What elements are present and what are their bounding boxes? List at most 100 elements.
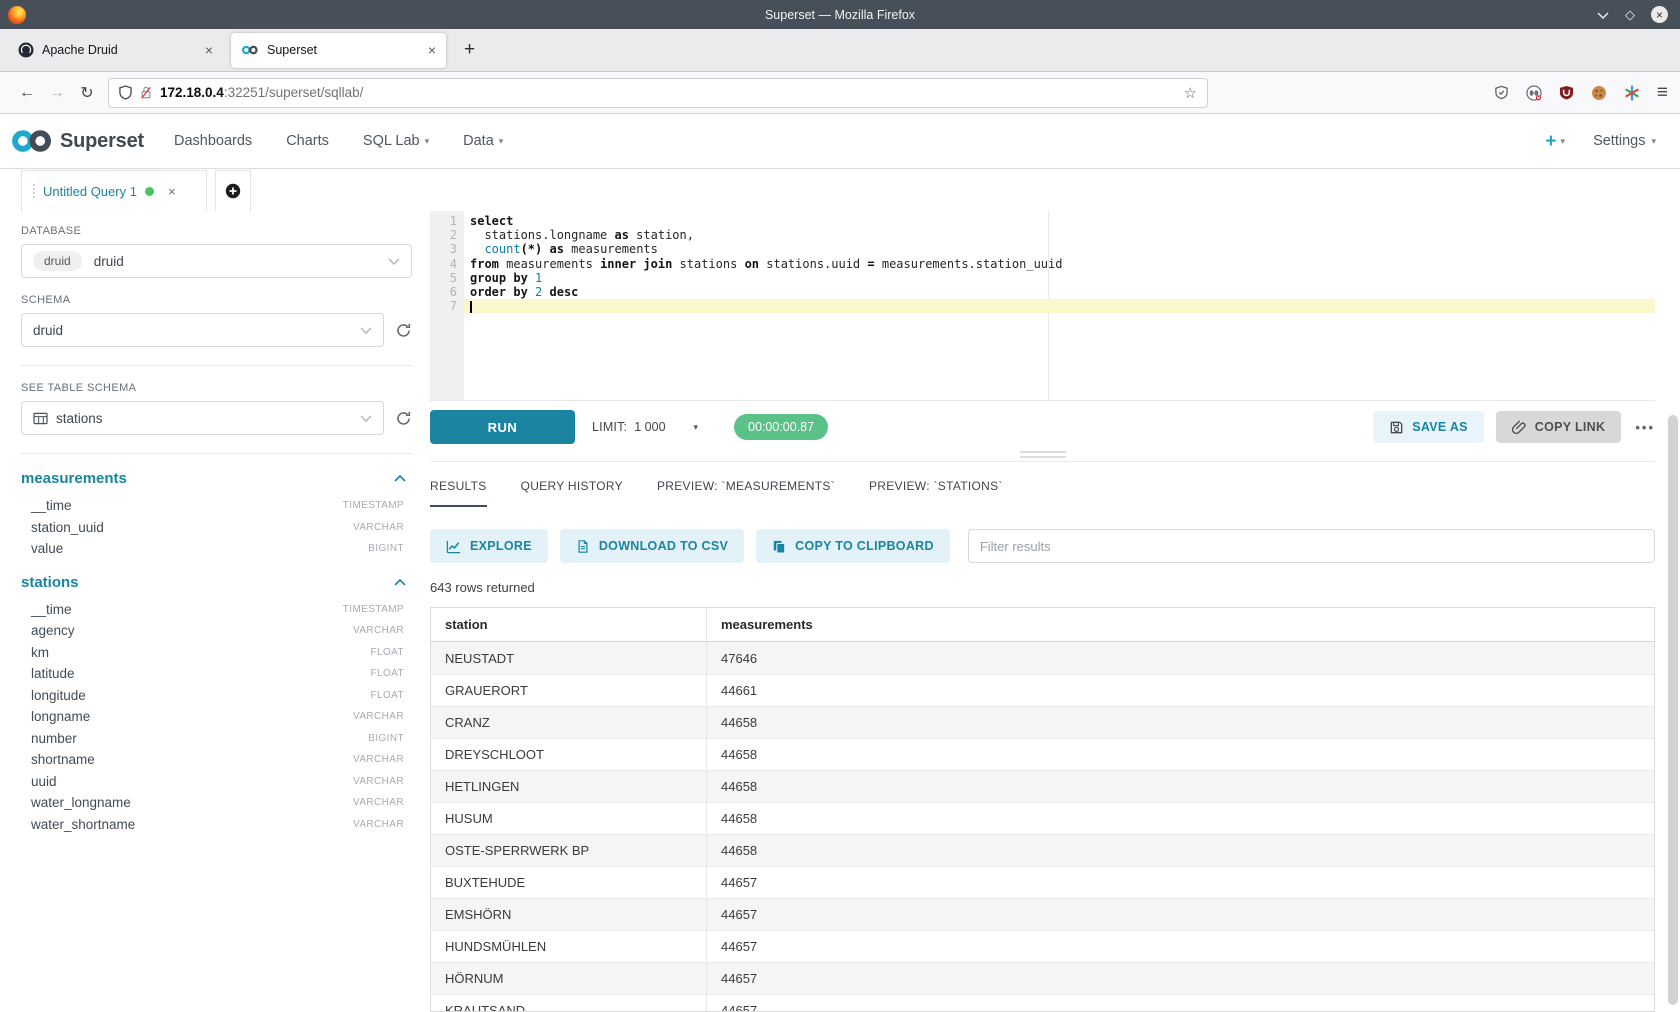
chart-icon bbox=[446, 539, 461, 554]
drag-handle-icon[interactable] bbox=[33, 184, 35, 198]
maximize-icon[interactable]: ◇ bbox=[1625, 8, 1635, 21]
more-options-icon[interactable]: ••• bbox=[1635, 420, 1655, 435]
editor-code-area[interactable]: select stations.longname as station, cou… bbox=[464, 211, 1655, 400]
add-new-button[interactable]: +▾ bbox=[1545, 132, 1565, 151]
main-content: DATABASE druid druid SCHEMA druid bbox=[0, 211, 1680, 1012]
result-cell-station: HUNDSMÜHLEN bbox=[431, 931, 707, 962]
nav-item-data[interactable]: Data▾ bbox=[463, 133, 503, 149]
insecure-lock-icon[interactable] bbox=[140, 85, 152, 100]
column-header-station[interactable]: station bbox=[431, 608, 707, 641]
privacy-masks-extension-icon[interactable] bbox=[1526, 85, 1542, 101]
cookie-extension-icon[interactable] bbox=[1591, 85, 1607, 101]
result-row: KRAUTSAND44657 bbox=[431, 994, 1654, 1012]
query-tab-untitled-query-1[interactable]: Untitled Query 1 × bbox=[21, 170, 207, 211]
schema-value: druid bbox=[33, 323, 63, 338]
column-header-measurements[interactable]: measurements bbox=[707, 608, 827, 641]
new-tab-button[interactable]: + bbox=[458, 39, 481, 61]
nav-item-sql-lab[interactable]: SQL Lab▾ bbox=[363, 133, 429, 149]
minimize-icon[interactable] bbox=[1597, 11, 1609, 19]
results-table-header: station measurements bbox=[431, 608, 1654, 642]
result-cell-measurements: 44658 bbox=[707, 843, 757, 858]
table-section-header[interactable]: stations bbox=[21, 574, 412, 591]
shield-check-extension-icon[interactable] bbox=[1494, 85, 1509, 100]
nav-item-dashboards[interactable]: Dashboards bbox=[174, 133, 252, 149]
explore-button[interactable]: EXPLORE bbox=[430, 529, 548, 563]
tab-results[interactable]: RESULTS bbox=[430, 479, 487, 507]
query-timer-badge: 00:00:00.87 bbox=[734, 414, 828, 440]
browser-tab-superset[interactable]: Superset × bbox=[231, 33, 446, 68]
url-bar[interactable]: 172.18.0.4:32251/superset/sqllab/ ☆ bbox=[108, 78, 1208, 108]
tab-preview-stations[interactable]: PREVIEW: `STATIONS` bbox=[869, 479, 1003, 507]
column-row: longitudeFLOAT bbox=[21, 685, 412, 707]
result-cell-station: CRANZ bbox=[431, 707, 707, 738]
forward-button[interactable]: → bbox=[42, 84, 72, 102]
column-name: agency bbox=[31, 623, 75, 638]
browser-tab-apache-druid[interactable]: Apache Druid × bbox=[8, 33, 223, 68]
tab-preview-measurements[interactable]: PREVIEW: `MEASUREMENTS` bbox=[657, 479, 835, 507]
gutter-line-number: 6 bbox=[430, 285, 457, 299]
bookmark-star-icon[interactable]: ☆ bbox=[1184, 84, 1197, 102]
brand-title[interactable]: Superset bbox=[60, 130, 144, 153]
pane-splitter[interactable] bbox=[430, 445, 1655, 461]
result-cell-station: NEUSTADT bbox=[431, 642, 707, 674]
refresh-table-icon[interactable] bbox=[395, 410, 412, 427]
column-type: TIMESTAMP bbox=[343, 500, 404, 511]
tab-close-icon[interactable]: × bbox=[205, 42, 213, 58]
column-row: kmFLOAT bbox=[21, 642, 412, 664]
refresh-schema-icon[interactable] bbox=[395, 322, 412, 339]
copy-clipboard-button[interactable]: COPY TO CLIPBOARD bbox=[756, 529, 950, 563]
chevron-down-icon: ▾ bbox=[1651, 136, 1656, 147]
result-cell-station: DREYSCHLOOT bbox=[431, 739, 707, 770]
database-select[interactable]: druid druid bbox=[21, 244, 412, 278]
back-button[interactable]: ← bbox=[12, 84, 42, 102]
run-button[interactable]: RUN bbox=[430, 410, 575, 444]
result-cell-measurements: 44657 bbox=[707, 971, 757, 986]
hamburger-menu-icon[interactable]: ≡ bbox=[1657, 82, 1668, 104]
tab-close-icon[interactable]: × bbox=[428, 42, 436, 58]
settings-menu[interactable]: Settings▾ bbox=[1593, 133, 1656, 149]
nav-item-charts[interactable]: Charts bbox=[286, 133, 329, 149]
result-cell-station: OSTE-SPERRWERK BP bbox=[431, 835, 707, 866]
column-type: VARCHAR bbox=[353, 754, 404, 765]
table-name: stations bbox=[21, 574, 79, 591]
url-host: 172.18.0.4 bbox=[160, 85, 224, 100]
add-query-tab-button[interactable] bbox=[215, 170, 251, 211]
filter-results-input[interactable] bbox=[968, 529, 1655, 563]
schema-select[interactable]: druid bbox=[21, 313, 384, 347]
result-row: EMSHÖRN44657 bbox=[431, 898, 1654, 930]
sql-editor[interactable]: 1234567 select stations.longname as stat… bbox=[430, 211, 1655, 401]
shield-icon[interactable] bbox=[119, 85, 132, 100]
result-cell-station: HÖRNUM bbox=[431, 963, 707, 994]
window-title: Superset — Mozilla Firefox bbox=[0, 8, 1680, 22]
ublock-extension-icon[interactable] bbox=[1559, 85, 1574, 100]
download-csv-button[interactable]: DOWNLOAD TO CSV bbox=[560, 529, 744, 563]
query-tab-close-icon[interactable]: × bbox=[168, 184, 176, 199]
page-scrollbar[interactable] bbox=[1668, 415, 1678, 1005]
column-type: BIGINT bbox=[368, 733, 404, 744]
copy-link-button[interactable]: COPY LINK bbox=[1496, 411, 1622, 443]
table-icon bbox=[33, 412, 48, 425]
asterisk-extension-icon[interactable] bbox=[1624, 85, 1640, 101]
table-select[interactable]: stations bbox=[21, 401, 384, 435]
column-type: VARCHAR bbox=[353, 819, 404, 830]
column-row: shortnameVARCHAR bbox=[21, 749, 412, 771]
reload-button[interactable]: ↻ bbox=[72, 83, 102, 103]
window-close-icon[interactable]: × bbox=[1651, 6, 1668, 23]
gutter-line-number: 7 bbox=[430, 299, 457, 313]
chevron-down-icon bbox=[360, 327, 372, 334]
limit-dropdown-icon[interactable]: ▾ bbox=[694, 422, 699, 433]
save-as-button[interactable]: SAVE AS bbox=[1373, 411, 1484, 443]
collapse-icon[interactable] bbox=[394, 475, 406, 482]
table-section-header[interactable]: measurements bbox=[21, 470, 412, 487]
collapse-icon[interactable] bbox=[394, 579, 406, 586]
limit-value[interactable]: 1 000 bbox=[634, 420, 665, 434]
column-type: TIMESTAMP bbox=[343, 604, 404, 615]
browser-tabstrip: Apache Druid × Superset × + bbox=[0, 29, 1680, 72]
splitter-handle-icon[interactable] bbox=[1020, 451, 1066, 458]
tab-query-history[interactable]: QUERY HISTORY bbox=[521, 479, 623, 507]
database-type-pill: druid bbox=[33, 251, 82, 271]
url-text[interactable]: 172.18.0.4:32251/superset/sqllab/ bbox=[160, 85, 363, 100]
result-row: BUXTEHUDE44657 bbox=[431, 866, 1654, 898]
code-line: group by 1 bbox=[464, 271, 1655, 285]
result-cell-measurements: 44657 bbox=[707, 875, 757, 890]
